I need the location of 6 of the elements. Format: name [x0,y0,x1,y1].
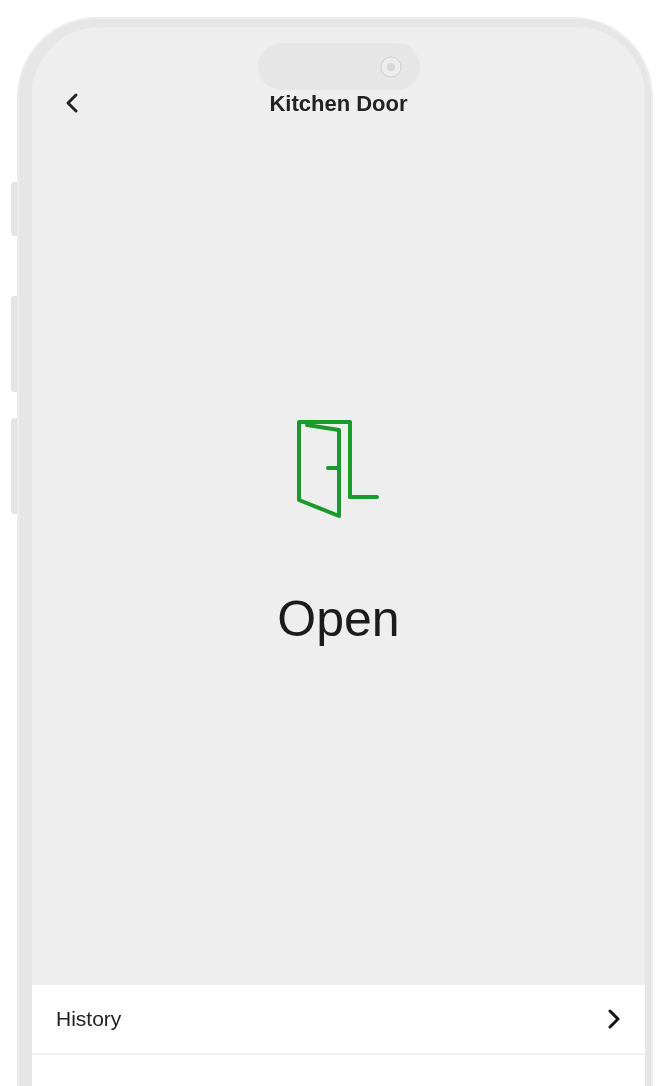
door-status: Open [277,590,400,649]
screen-title: Kitchen Door [269,89,408,118]
menu-item[interactable]: History [32,985,645,1055]
back-icon [65,92,79,114]
camera-icon [379,55,402,78]
chevron-icon [607,1008,621,1030]
